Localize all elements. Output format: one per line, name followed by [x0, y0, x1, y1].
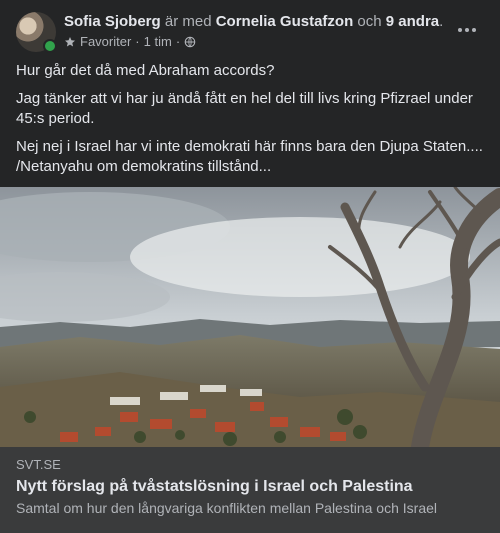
author-name[interactable]: Sofia Sjoberg	[64, 13, 161, 30]
link-title[interactable]: Nytt förslag på tvåstatslösning i Israel…	[16, 477, 413, 497]
favorites-label[interactable]: Favoriter	[80, 34, 131, 50]
more-dot	[465, 28, 469, 32]
tagged-person[interactable]: Cornelia Gustafzon	[216, 13, 354, 30]
more-options-button[interactable]	[452, 18, 482, 42]
more-dot	[472, 28, 476, 32]
post-time[interactable]: 1 tim	[144, 34, 172, 50]
post-card: Sofia Sjoberg är med Cornelia Gustafzon …	[0, 0, 500, 533]
post-meta: Favoriter · 1 tim ·	[64, 34, 196, 50]
post-header: Sofia Sjoberg är med Cornelia Gustafzon …	[0, 0, 500, 60]
star-icon	[65, 37, 75, 47]
author-line: Sofia Sjoberg är med Cornelia Gustafzon …	[64, 13, 443, 31]
tagged-others-link[interactable]: 9 andra	[386, 13, 439, 30]
online-status-indicator	[43, 39, 57, 53]
end-punctuation: .	[439, 13, 444, 30]
landscape-photo	[0, 187, 500, 447]
and-text: och	[357, 13, 382, 30]
with-text: är med	[164, 13, 212, 30]
post-text: Hur går det då med Abraham accords? Jag …	[16, 61, 486, 185]
post-paragraph: Hur går det då med Abraham accords?	[16, 62, 275, 79]
post-paragraph: Nej nej i Israel har vi inte demokrati h…	[16, 138, 483, 175]
link-description: Samtal om hur den långvariga konflikten …	[16, 500, 438, 516]
link-preview-image[interactable]	[0, 187, 500, 447]
avatar[interactable]	[16, 12, 57, 53]
link-source: SVT.SE	[16, 457, 61, 472]
link-preview[interactable]: SVT.SE Nytt förslag på tvåstatslösning i…	[0, 447, 500, 533]
more-horizontal-icon	[458, 28, 462, 32]
meta-separator: ·	[135, 34, 140, 49]
globe-icon[interactable]	[184, 36, 196, 48]
meta-separator-2: ·	[175, 34, 181, 49]
post-paragraph: Jag tänker att vi har ju ändå fått en he…	[16, 90, 473, 127]
